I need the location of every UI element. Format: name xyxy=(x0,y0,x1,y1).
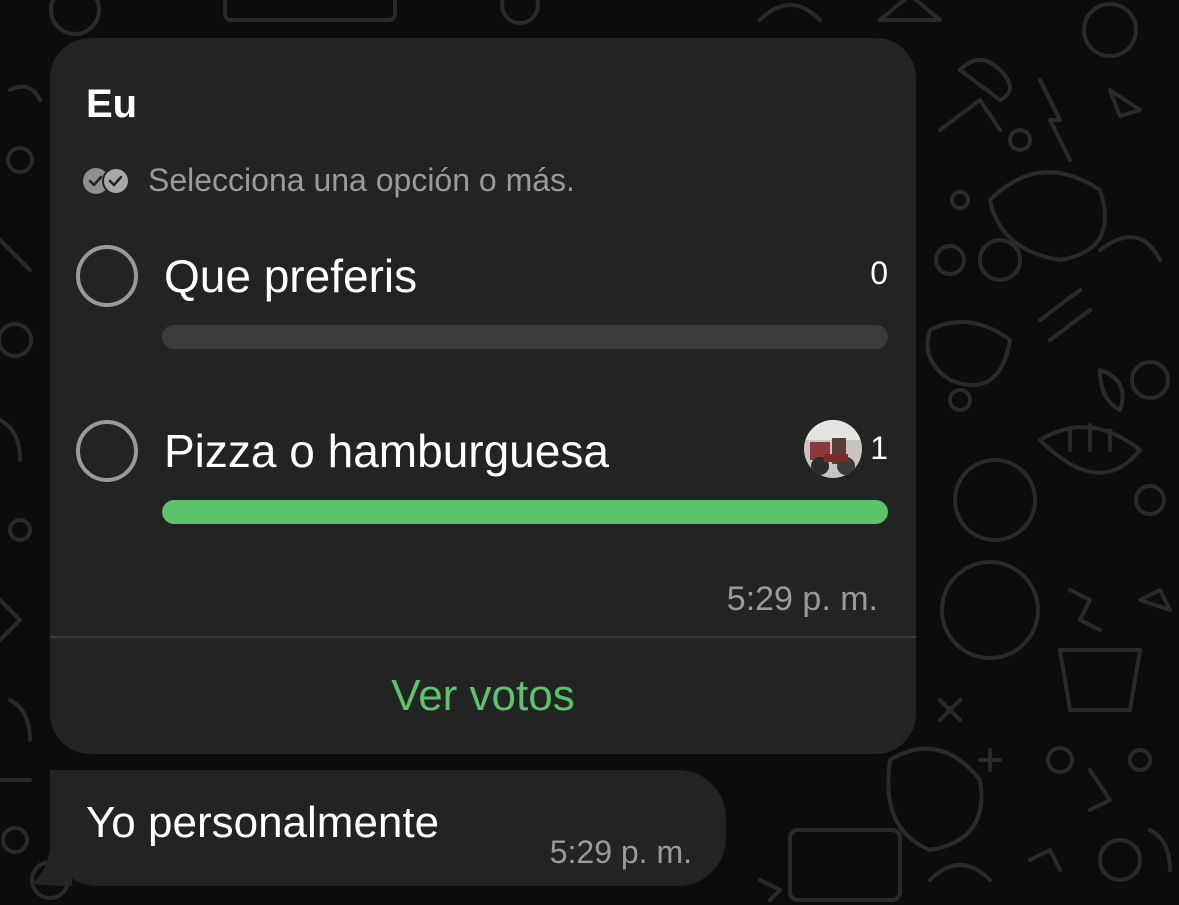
message-timestamp: 5:29 p. m. xyxy=(549,834,692,870)
message-text: Yo personalmente xyxy=(86,798,440,847)
poll-timestamp: 5:29 p. m. xyxy=(726,580,878,618)
option-radio-button[interactable] xyxy=(76,245,138,307)
poll-hint-row: Selecciona una opción o más. xyxy=(82,162,575,199)
option-progress-bar xyxy=(162,500,888,524)
poll-hint-text: Selecciona una opción o más. xyxy=(148,162,575,198)
voter-avatar[interactable] xyxy=(804,420,862,478)
view-votes-button[interactable]: Ver votos xyxy=(50,638,916,754)
option-progress-fill xyxy=(162,500,888,524)
poll-message-bubble: Eu Selecciona una opción o más. Que pref… xyxy=(50,38,916,754)
option-vote-count: 1 xyxy=(870,430,888,466)
option-label: Pizza o hamburguesa xyxy=(164,425,609,477)
multiple-choice-checks-icon xyxy=(83,166,130,195)
option-radio-button[interactable] xyxy=(76,420,138,482)
option-progress-bar xyxy=(162,325,888,349)
text-message-bubble: Yo personalmente 5:29 p. m. xyxy=(50,770,726,886)
poll-sender-name: Eu xyxy=(86,82,138,126)
option-vote-count: 0 xyxy=(870,255,888,291)
option-label: Que preferis xyxy=(164,250,418,302)
